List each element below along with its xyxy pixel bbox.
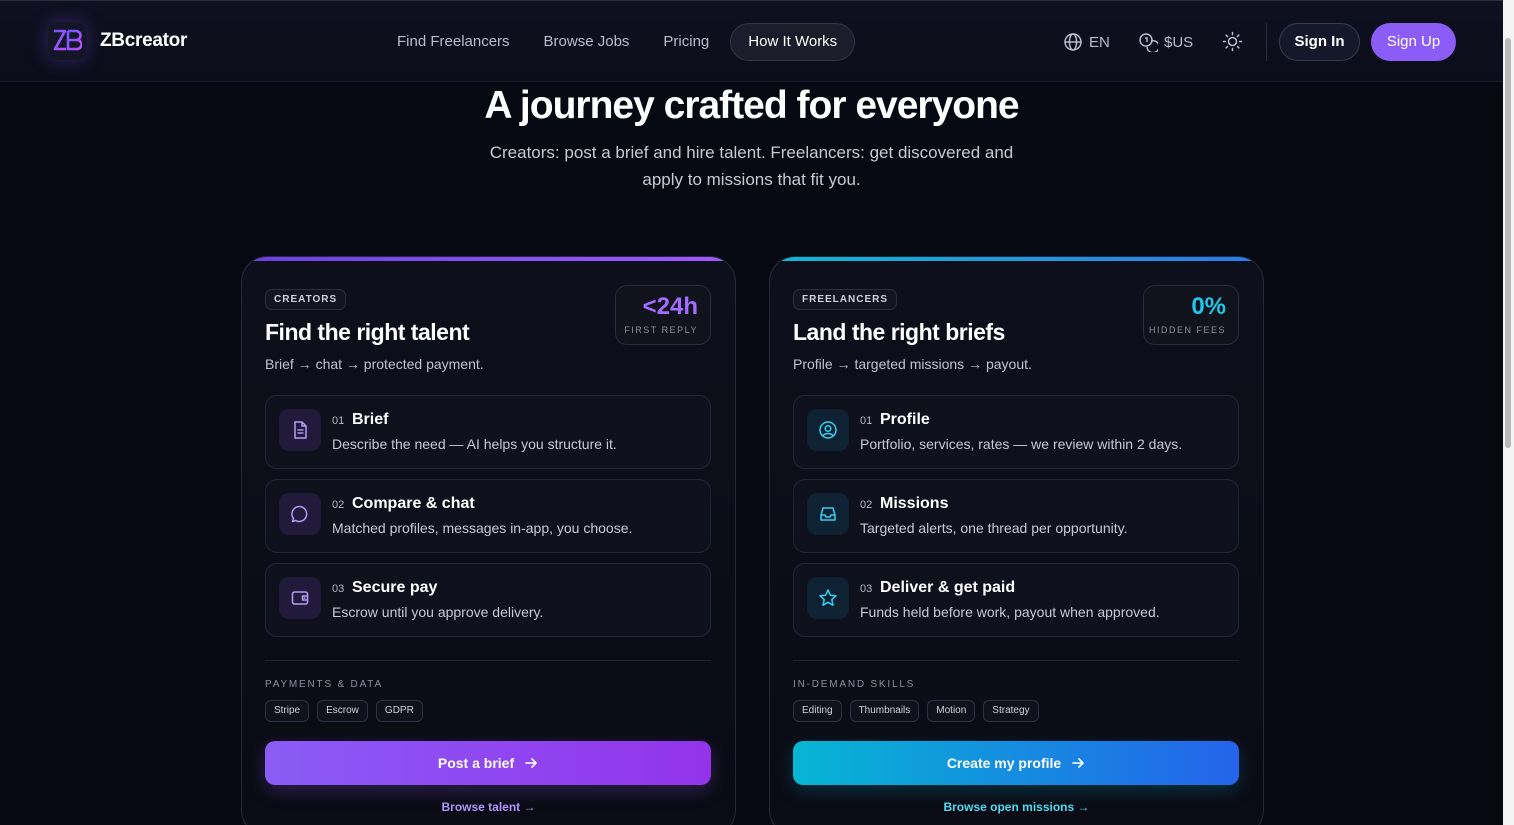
browse-talent-link[interactable]: Browse talent → (242, 800, 735, 814)
tag: Escrow (317, 700, 368, 722)
tag: Thumbnails (849, 700, 920, 722)
language-label: EN (1089, 33, 1110, 51)
payment-tags: Stripe Escrow GDPR (265, 700, 423, 722)
freelancers-card: FREELANCERS 0% HIDDEN FEES Land the righ… (769, 256, 1264, 825)
nav-find-freelancers[interactable]: Find Freelancers (380, 23, 527, 61)
currency-selector[interactable]: $US (1138, 32, 1193, 52)
step-missions: 02 Missions Targeted alerts, one thread … (793, 479, 1239, 553)
card-accent-bar (770, 257, 1263, 261)
card-title: Find the right talent (265, 319, 470, 345)
first-reply-stat: <24h FIRST REPLY (615, 285, 711, 345)
step-title: Deliver & get paid (880, 579, 1016, 596)
nav-how-it-works[interactable]: How It Works (730, 23, 856, 61)
section-label: IN-DEMAND SKILLS (793, 679, 916, 690)
star-icon (807, 577, 849, 619)
card-title: Land the right briefs (793, 319, 1005, 345)
step-number: 01 (332, 415, 345, 427)
create-profile-button[interactable]: Create my profile (793, 741, 1239, 785)
step-compare-chat: 02 Compare & chat Matched profiles, mess… (265, 479, 711, 553)
arrow-right-icon: → (1077, 800, 1090, 814)
step-title: Missions (880, 495, 949, 512)
step-number: 02 (860, 499, 873, 511)
stat-label: FIRST REPLY (624, 325, 698, 335)
stat-value: 0% (1191, 293, 1226, 320)
hero-title: A journey crafted for everyone (484, 84, 1019, 127)
document-icon (279, 409, 321, 451)
inbox-icon (807, 493, 849, 535)
step-number: 03 (860, 583, 873, 595)
step-secure-pay: 03 Secure pay Escrow until you approve d… (265, 563, 711, 637)
currency-label: $US (1164, 33, 1194, 51)
nav-browse-jobs[interactable]: Browse Jobs (527, 23, 647, 61)
step-deliver-get-paid: 03 Deliver & get paid Funds held before … (793, 563, 1239, 637)
sun-icon (1222, 31, 1243, 52)
arrow-right-icon (1072, 758, 1084, 768)
card-accent-bar (242, 257, 735, 261)
post-brief-button[interactable]: Post a brief (265, 741, 711, 785)
main-nav: Find Freelancers Browse Jobs Pricing How… (380, 23, 856, 61)
step-description: Matched profiles, messages in-app, you c… (332, 520, 633, 536)
theme-toggle[interactable] (1222, 31, 1243, 52)
cta-label: Post a brief (437, 755, 515, 771)
card-subtitle: Profile → targeted missions → payout. (793, 356, 1032, 372)
link-label: Browse open missions (943, 800, 1075, 814)
globe-icon (1064, 33, 1082, 51)
tag: GDPR (375, 700, 423, 722)
stat-label: HIDDEN FEES (1148, 325, 1226, 335)
coins-icon (1139, 33, 1158, 52)
step-brief: 01 Brief Describe the need — AI helps yo… (265, 395, 711, 469)
brand-name[interactable]: ZBcreator (100, 30, 187, 52)
stat-value: <24h (642, 293, 698, 320)
arrow-right-icon (525, 758, 537, 768)
section-label: PAYMENTS & DATA (265, 679, 383, 690)
card-divider (265, 660, 711, 661)
step-description: Escrow until you approve delivery. (332, 604, 544, 620)
step-title: Brief (352, 411, 389, 428)
browse-missions-link[interactable]: Browse open missions → (770, 800, 1263, 814)
step-number: 01 (860, 415, 873, 427)
header-divider (1266, 23, 1267, 61)
language-selector[interactable]: EN (1063, 32, 1110, 52)
freelancers-badge: FREELANCERS (793, 289, 898, 310)
card-subtitle: Brief → chat → protected payment. (265, 356, 484, 372)
site-header: ZBcreator Find Freelancers Browse Jobs P… (0, 0, 1503, 82)
link-label: Browse talent (441, 800, 521, 814)
tag: Strategy (983, 700, 1039, 722)
step-title: Secure pay (352, 579, 438, 596)
step-title: Compare & chat (352, 495, 475, 512)
creators-badge: CREATORS (265, 289, 347, 310)
sign-in-button[interactable]: Sign In (1279, 23, 1360, 61)
arrow-right-icon: → (523, 800, 536, 814)
wallet-icon (279, 577, 321, 619)
tag: Motion (927, 700, 976, 722)
nav-pricing[interactable]: Pricing (646, 23, 726, 61)
step-profile: 01 Profile Portfolio, services, rates — … (793, 395, 1239, 469)
sign-up-button[interactable]: Sign Up (1371, 23, 1456, 61)
skill-tags: Editing Thumbnails Motion Strategy (793, 700, 1039, 722)
cta-label: Create my profile (946, 755, 1062, 771)
step-title: Profile (880, 411, 930, 428)
card-divider (793, 660, 1239, 661)
hero-subtitle: Creators: post a brief and hire talent. … (489, 143, 1014, 189)
step-description: Describe the need — AI helps you structu… (332, 436, 617, 452)
tag: Stripe (265, 700, 310, 722)
hidden-fees-stat: 0% HIDDEN FEES (1143, 285, 1239, 345)
brand-logo[interactable] (48, 22, 86, 60)
chat-bubble-icon (279, 493, 321, 535)
scrollbar-thumb[interactable] (1505, 38, 1511, 448)
creators-card: CREATORS <24h FIRST REPLY Find the right… (241, 256, 736, 825)
tag: Editing (793, 700, 842, 722)
zb-logo-icon (53, 29, 82, 51)
user-circle-icon (807, 409, 849, 451)
step-description: Portfolio, services, rates — we review w… (860, 436, 1183, 452)
step-description: Funds held before work, payout when appr… (860, 604, 1160, 620)
step-number: 03 (332, 583, 345, 595)
step-number: 02 (332, 499, 345, 511)
step-description: Targeted alerts, one thread per opportun… (860, 520, 1128, 536)
